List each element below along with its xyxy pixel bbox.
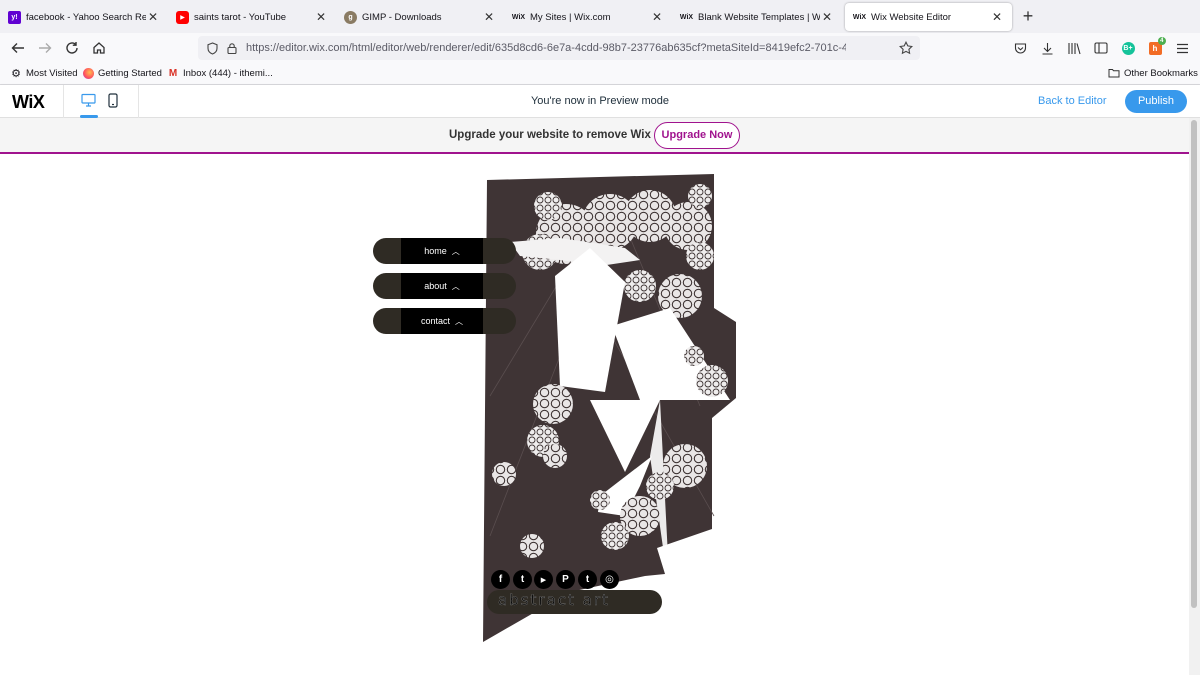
upgrade-message: Upgrade your website to remove Wix ads bbox=[449, 129, 674, 141]
url-host: https://editor.wix.com bbox=[246, 42, 349, 54]
tumblr-icon[interactable]: t bbox=[578, 570, 597, 589]
back-button[interactable] bbox=[8, 38, 28, 58]
tab-title: facebook - Yahoo Search Results bbox=[26, 11, 146, 23]
menu-item-contact[interactable]: contact ︿ bbox=[373, 308, 516, 334]
menu-item-home[interactable]: home ︿ bbox=[373, 238, 516, 264]
site-title: abstract art bbox=[487, 590, 662, 614]
folder-icon bbox=[1108, 67, 1120, 79]
twitter-icon[interactable]: t bbox=[513, 570, 532, 589]
star-icon[interactable] bbox=[898, 40, 914, 56]
gimp-icon: g bbox=[344, 10, 357, 24]
close-icon[interactable]: ✕ bbox=[990, 10, 1004, 24]
tab-title: Wix Website Editor bbox=[871, 11, 952, 23]
gear-icon: ⚙ bbox=[11, 67, 21, 80]
wix-icon: WiX bbox=[511, 13, 526, 21]
home-button[interactable] bbox=[89, 38, 109, 58]
menu-icon[interactable] bbox=[1174, 40, 1190, 56]
menu-label: about bbox=[424, 281, 447, 291]
bookmark-gmail-inbox[interactable]: M Inbox (444) - ithemi... bbox=[167, 67, 273, 79]
menu-item-about[interactable]: about ︿ bbox=[373, 273, 516, 299]
tab-my-sites[interactable]: WiX My Sites | Wix.com ✕ bbox=[504, 2, 672, 32]
other-bookmarks-label: Other Bookmarks bbox=[1124, 67, 1198, 79]
download-icon[interactable] bbox=[1039, 40, 1055, 56]
youtube-icon: ▶ bbox=[176, 10, 189, 24]
firefox-icon bbox=[82, 67, 94, 79]
tab-blank-templates[interactable]: WiX Blank Website Templates | Wix.com ✕ bbox=[672, 2, 842, 32]
yahoo-icon: y! bbox=[8, 10, 21, 24]
facebook-icon[interactable]: f bbox=[491, 570, 510, 589]
wix-icon: WiX bbox=[852, 13, 867, 21]
tab-title: saints tarot - YouTube bbox=[194, 11, 287, 23]
extension-badge: 4 bbox=[1158, 36, 1166, 45]
bookmark-getting-started[interactable]: Getting Started bbox=[82, 67, 162, 79]
library-icon[interactable] bbox=[1066, 40, 1082, 56]
bookmark-label: Getting Started bbox=[98, 67, 162, 79]
close-icon[interactable]: ✕ bbox=[482, 10, 496, 24]
tab-yahoo-search[interactable]: y! facebook - Yahoo Search Results ✕ bbox=[0, 2, 168, 32]
home-icon bbox=[93, 42, 105, 54]
bookmark-label: Most Visited bbox=[26, 67, 78, 79]
chevron-up-icon: ︿ bbox=[455, 316, 464, 326]
tab-title: My Sites | Wix.com bbox=[530, 11, 611, 23]
publish-button[interactable]: Publish bbox=[1125, 90, 1187, 113]
gmail-icon: M bbox=[168, 67, 178, 79]
url-text[interactable]: https://editor.wix.com/html/editor/web/r… bbox=[246, 42, 846, 54]
pinterest-icon[interactable]: P bbox=[556, 570, 575, 589]
forward-button[interactable] bbox=[35, 38, 55, 58]
lock-icon[interactable] bbox=[224, 40, 240, 56]
new-tab-button[interactable]: + bbox=[1018, 6, 1038, 26]
upgrade-now-button[interactable]: Upgrade Now bbox=[654, 122, 740, 149]
tab-title: GIMP - Downloads bbox=[362, 11, 442, 23]
other-bookmarks[interactable]: Other Bookmarks bbox=[1108, 67, 1198, 79]
chevron-up-icon: ︿ bbox=[451, 246, 460, 256]
sidebar-icon[interactable] bbox=[1093, 40, 1109, 56]
menu-link[interactable]: contact ︿ bbox=[401, 308, 483, 334]
bookmark-most-visited[interactable]: ⚙ Most Visited bbox=[10, 67, 78, 80]
reload-button[interactable] bbox=[62, 38, 82, 58]
shield-icon[interactable] bbox=[204, 40, 220, 56]
close-icon[interactable]: ✕ bbox=[314, 10, 328, 24]
arrow-left-icon bbox=[11, 43, 24, 53]
upgrade-banner: Upgrade your website to remove Wix ads U… bbox=[0, 118, 1189, 154]
wix-icon: WiX bbox=[679, 13, 694, 21]
chevron-up-icon: ︿ bbox=[451, 281, 460, 291]
url-bar[interactable]: https://editor.wix.com/html/editor/web/r… bbox=[198, 36, 920, 60]
menu-label: contact bbox=[420, 316, 451, 326]
preview-mode-message: You're now in Preview mode bbox=[530, 95, 670, 107]
bookmarks-toolbar: ⚙ Most Visited Getting Started M Inbox (… bbox=[0, 63, 1200, 85]
site-canvas: home ︿ about ︿ contact ︿ f t ▶ P t ◎ abstra… bbox=[0, 156, 1189, 675]
tab-title: Blank Website Templates | Wix.com bbox=[698, 11, 820, 23]
honey-extension-icon[interactable]: h4 bbox=[1147, 36, 1166, 56]
url-path: /html/editor/web/renderer/edit/635d8cd6-… bbox=[348, 42, 846, 54]
back-to-editor-link[interactable]: Back to Editor bbox=[1038, 95, 1106, 107]
youtube-icon[interactable]: ▶ bbox=[534, 570, 553, 589]
menu-link[interactable]: about ︿ bbox=[401, 273, 483, 299]
menu-label: home bbox=[424, 246, 447, 256]
navigation-toolbar: https://editor.wix.com/html/editor/web/r… bbox=[0, 33, 1200, 63]
wix-preview-bar: WiX You're now in Preview mode Back to E… bbox=[0, 85, 1200, 118]
tab-gimp[interactable]: g GIMP - Downloads ✕ bbox=[336, 2, 504, 32]
scrollbar-thumb[interactable] bbox=[1191, 120, 1197, 608]
close-icon[interactable]: ✕ bbox=[820, 10, 834, 24]
pocket-icon[interactable] bbox=[1012, 40, 1028, 56]
arrow-right-icon bbox=[39, 43, 52, 53]
menu-link[interactable]: home ︿ bbox=[401, 238, 483, 264]
bookmark-label: Inbox (444) - ithemi... bbox=[183, 67, 273, 79]
close-icon[interactable]: ✕ bbox=[650, 10, 664, 24]
tab-wix-editor[interactable]: WiX Wix Website Editor ✕ bbox=[845, 3, 1012, 31]
tab-youtube[interactable]: ▶ saints tarot - YouTube ✕ bbox=[168, 2, 336, 32]
grammarly-extension-icon[interactable]: B+ bbox=[1120, 40, 1136, 56]
close-icon[interactable]: ✕ bbox=[146, 10, 160, 24]
reload-icon bbox=[66, 42, 78, 54]
tab-strip: y! facebook - Yahoo Search Results ✕ ▶ s… bbox=[0, 0, 1200, 33]
instagram-icon[interactable]: ◎ bbox=[600, 570, 619, 589]
